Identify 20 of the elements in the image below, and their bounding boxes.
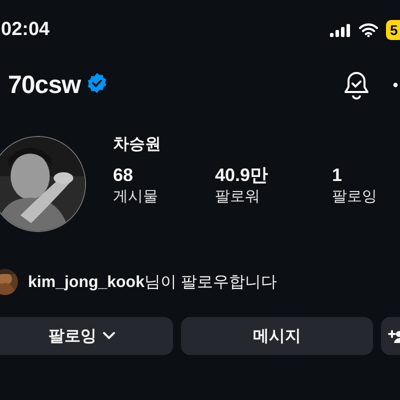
stat-label[interactable]: 게시물	[113, 186, 215, 208]
profile-name: 차승원	[113, 135, 162, 155]
username-title: 70csw	[8, 70, 81, 100]
stat-count[interactable]: 1	[332, 164, 377, 186]
stat-count[interactable]: 68	[113, 164, 215, 186]
followed-by-text[interactable]: kim_jong_kook님이 팔로우합니다	[28, 272, 277, 292]
chevron-down-icon	[102, 332, 114, 340]
add-person-icon	[388, 329, 400, 343]
signal-icon	[330, 24, 351, 36]
more-icon[interactable]	[393, 82, 398, 88]
battery-level: 5	[386, 20, 400, 40]
status-time: 02:04	[1, 19, 50, 41]
add-person-button[interactable]	[381, 317, 400, 355]
stat-label[interactable]: 팔로잉	[332, 186, 377, 208]
stat-count[interactable]: 40.9만	[215, 164, 332, 186]
wifi-icon	[359, 23, 378, 37]
following-button[interactable]: 팔로잉	[0, 317, 173, 355]
message-button[interactable]: 메시지	[181, 317, 373, 355]
stat-label[interactable]: 팔로워	[215, 186, 332, 208]
bell-icon[interactable]	[343, 70, 370, 100]
